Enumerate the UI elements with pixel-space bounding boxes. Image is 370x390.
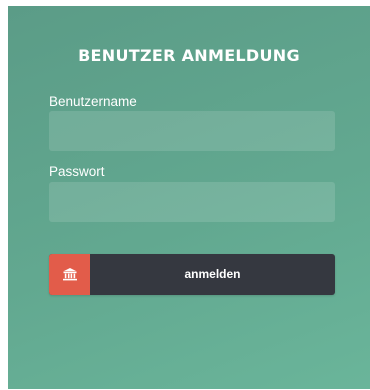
- login-button-label: anmelden: [184, 267, 241, 281]
- login-title: BENUTZER ANMELDUNG: [78, 46, 300, 65]
- bank-icon: [49, 254, 90, 295]
- username-input[interactable]: [49, 111, 335, 151]
- login-button[interactable]: anmelden: [49, 254, 335, 295]
- username-label: Benutzername: [49, 94, 137, 109]
- login-panel: BENUTZER ANMELDUNG Benutzername Passwort…: [8, 6, 370, 389]
- password-input[interactable]: [49, 182, 335, 222]
- password-label: Passwort: [49, 164, 105, 179]
